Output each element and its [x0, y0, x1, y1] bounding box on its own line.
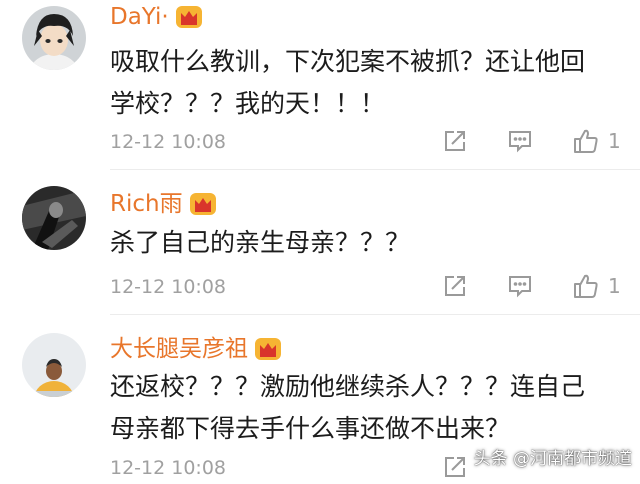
vip-crown-icon	[189, 191, 217, 217]
watermark: 头条 @河南都市频道	[473, 449, 632, 469]
comment-icon	[509, 276, 531, 298]
share-button[interactable]	[442, 273, 468, 299]
username-row: 大长腿吴彦祖	[110, 332, 282, 366]
comment-item: DaYi· 吸取什么教训，下次犯案不被抓？还让他回 学校？？？我的天！！！ 12…	[0, 0, 640, 170]
username[interactable]: DaYi·	[110, 0, 169, 34]
share-button[interactable]	[442, 454, 468, 480]
username-row: Rich雨	[110, 187, 217, 221]
avatar[interactable]	[22, 6, 86, 70]
comment-time: 12-12 10:08	[110, 131, 227, 153]
username[interactable]: Rich雨	[110, 187, 183, 221]
avatar[interactable]	[22, 186, 86, 250]
comment-item: Rich雨 杀了自己的亲生母亲？？？ 12-12 10:08 1	[0, 170, 640, 315]
thumbs-up-icon	[574, 129, 598, 153]
vip-crown-icon	[175, 4, 203, 30]
username-row: DaYi·	[110, 0, 203, 34]
like-count: 1	[608, 129, 621, 153]
share-button[interactable]	[442, 128, 468, 154]
vip-crown-icon	[254, 336, 282, 362]
like-count: 1	[608, 274, 621, 298]
comment-time: 12-12 10:08	[110, 276, 227, 298]
comment-time: 12-12 10:08	[110, 457, 227, 479]
comment-icon	[509, 131, 531, 153]
share-icon	[445, 457, 465, 477]
username[interactable]: 大长腿吴彦祖	[110, 332, 248, 366]
share-icon	[445, 276, 465, 296]
comment-text: 吸取什么教训，下次犯案不被抓？还让他回 学校？？？我的天！！！	[110, 47, 586, 118]
share-icon	[445, 131, 465, 151]
reply-button[interactable]	[507, 128, 533, 154]
like-button[interactable]: 1	[572, 127, 621, 155]
thumbs-up-icon	[574, 274, 598, 298]
reply-button[interactable]	[507, 273, 533, 299]
like-button[interactable]: 1	[572, 272, 621, 300]
avatar[interactable]	[22, 333, 86, 397]
comment-text: 还返校？？？激励他继续杀人？？？连自己 母亲都下得去手什么事还做不出来？	[110, 372, 586, 443]
comment-text: 杀了自己的亲生母亲？？？	[110, 228, 411, 257]
